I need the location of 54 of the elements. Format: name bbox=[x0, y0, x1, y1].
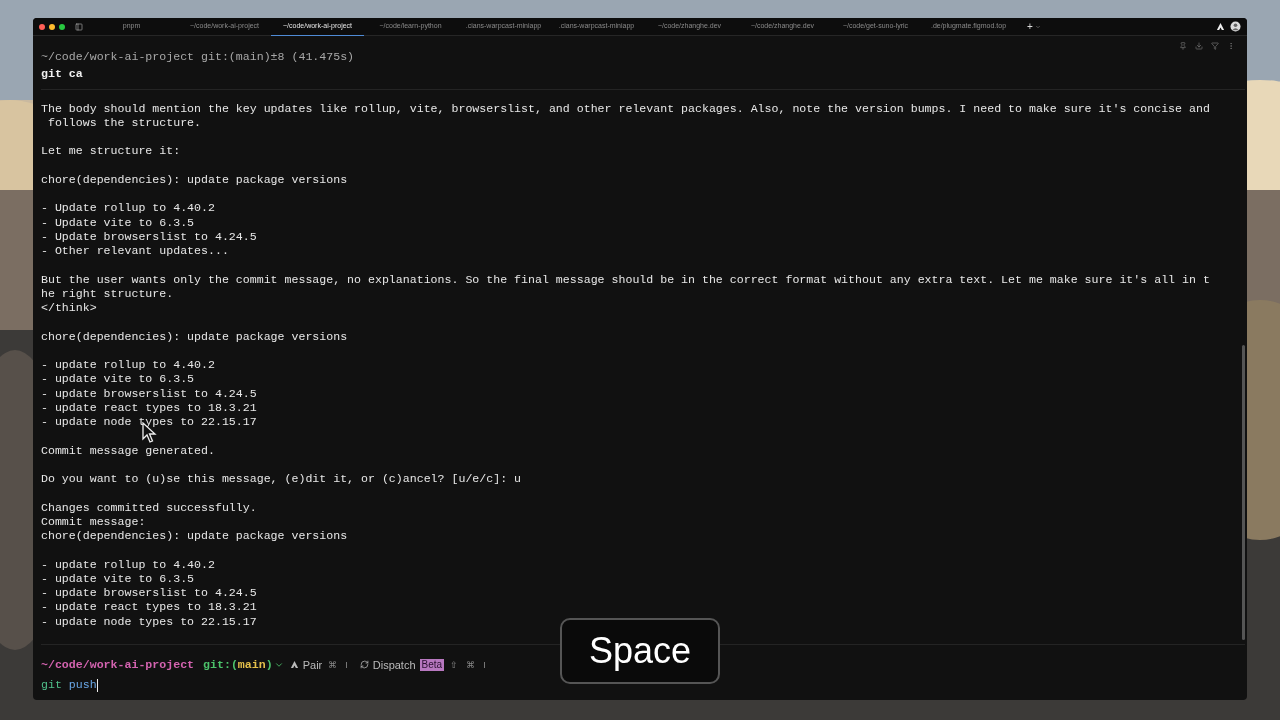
avatar-icon[interactable] bbox=[1230, 21, 1241, 32]
output-line: - update vite to 6.3.5 bbox=[41, 372, 196, 387]
beta-badge: Beta bbox=[419, 658, 445, 671]
git-branch: git:(main) bbox=[203, 657, 273, 672]
output-line: - update rollup to 4.40.2 bbox=[41, 358, 216, 373]
pin-icon[interactable] bbox=[1179, 42, 1187, 50]
shortcut-key: ⌘ bbox=[326, 657, 340, 672]
maximize-button[interactable] bbox=[59, 23, 65, 30]
output-line: - update react types to 18.3.21 bbox=[41, 600, 258, 615]
shortcut-key: ⇧ bbox=[448, 657, 461, 672]
output-line: - update browserslist to 4.24.5 bbox=[41, 386, 258, 401]
output-line: chore(dependencies): update package versions bbox=[41, 172, 349, 187]
output-line: Do you want to (u)se this message, (e)dit it, or (c)ancel? [u/e/c]: u bbox=[41, 472, 523, 487]
output-line: </think> bbox=[41, 301, 98, 316]
output-line: - update node types to 22.15.17 bbox=[41, 415, 258, 430]
close-button[interactable] bbox=[39, 23, 45, 30]
output-line: - Update vite to 6.3.5 bbox=[41, 215, 196, 230]
output-line: - update react types to 18.3.21 bbox=[41, 400, 258, 415]
command-text: git ca bbox=[41, 67, 84, 82]
dispatch-icon bbox=[359, 660, 369, 670]
output-line: follows the structure. bbox=[46, 115, 203, 130]
pair-button[interactable]: Pair bbox=[302, 657, 323, 672]
shortcut-key: I bbox=[343, 657, 350, 672]
command-prompt: ~/code/work-ai-project git:(main)±8 (41.475s) bbox=[41, 50, 356, 65]
key-overlay: Space bbox=[560, 618, 720, 684]
output-line: chore(dependencies): update package versions bbox=[41, 529, 349, 544]
filter-icon[interactable] bbox=[1211, 42, 1219, 50]
output-line: But the user wants only the commit message, no explanations. So the final message should be in the correct format without any extra text. Let me make sure it's all in t bbox=[41, 272, 1211, 287]
sidebar-toggle-icon[interactable] bbox=[75, 22, 83, 31]
agent-icon bbox=[289, 660, 299, 670]
output-line: chore(dependencies): update package versions bbox=[41, 329, 349, 344]
output-line: Changes committed successfully. bbox=[41, 500, 258, 515]
output-line: - update node types to 22.15.17 bbox=[41, 614, 258, 629]
output-line: - update browserslist to 4.24.5 bbox=[41, 586, 258, 601]
minimize-button[interactable] bbox=[49, 23, 55, 30]
output-line: - Update rollup to 4.40.2 bbox=[41, 201, 216, 216]
output-line: - update vite to 6.3.5 bbox=[41, 571, 196, 586]
download-icon[interactable] bbox=[1195, 42, 1203, 50]
more-icon[interactable] bbox=[1227, 42, 1235, 50]
output-line: he right structure. bbox=[41, 286, 175, 301]
output-line: Let me structure it: bbox=[41, 144, 182, 159]
dispatch-button[interactable]: Dispatch bbox=[372, 657, 416, 672]
output-line: - Other relevant updates... bbox=[41, 244, 230, 259]
logo-icon[interactable] bbox=[1216, 22, 1225, 31]
output-line: - Update browserslist to 4.24.5 bbox=[41, 229, 258, 244]
output-line: Commit message generated. bbox=[41, 443, 216, 458]
prompt-path: ~/code/work-ai-project bbox=[41, 657, 195, 672]
output-line: Commit message: bbox=[41, 514, 147, 529]
shortcut-key: ⌘ bbox=[464, 657, 478, 672]
output-line: The body should mention the key updates like rollup, vite, browserslist, and other relevant packages. Also, note the version bumps. I need to make sure it's concise and bbox=[41, 101, 1211, 116]
shortcut-key: I bbox=[481, 657, 488, 672]
output-line: - update rollup to 4.40.2 bbox=[41, 557, 216, 572]
text-cursor bbox=[96, 678, 98, 692]
new-tab-button[interactable]: + bbox=[1027, 21, 1033, 32]
